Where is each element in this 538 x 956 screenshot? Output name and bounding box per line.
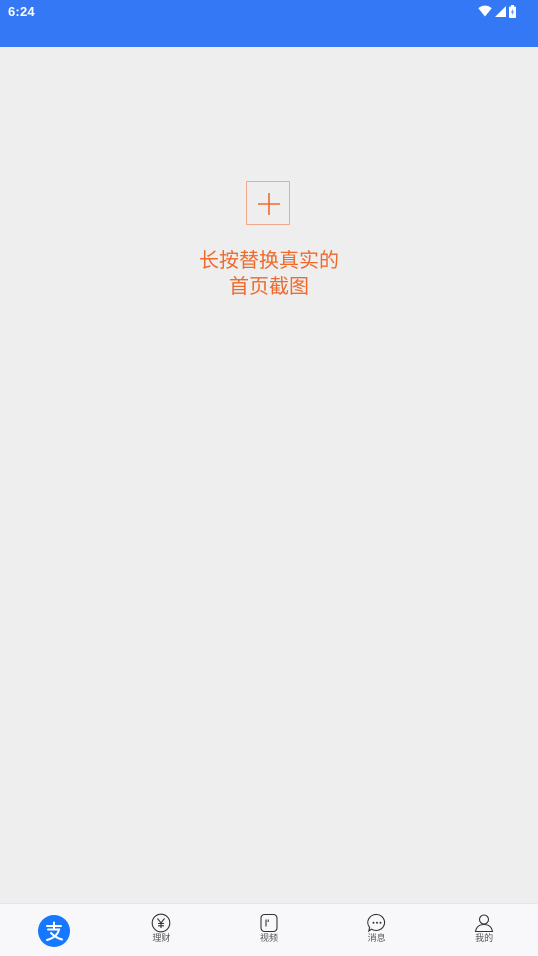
video-icon [259, 913, 279, 933]
status-bar: 6:24 [0, 0, 538, 47]
message-icon [366, 913, 387, 933]
tab-wealth-label: 理财 [152, 934, 171, 944]
person-icon [474, 913, 494, 933]
tab-messages[interactable]: 消息 [323, 904, 431, 956]
status-time: 6:24 [8, 4, 35, 19]
tab-home[interactable] [0, 904, 108, 956]
alipay-logo-icon [37, 915, 70, 947]
hint-line-2: 首页截图 [229, 274, 309, 298]
yen-icon [151, 913, 171, 933]
signal-icon [495, 5, 506, 17]
tab-wealth[interactable]: 理财 [108, 904, 216, 956]
tab-mine[interactable]: 我的 [430, 904, 538, 956]
tab-video[interactable]: 视频 [215, 904, 323, 956]
battery-icon [509, 4, 516, 18]
bottom-tab-bar: 理财 视频 消息 我的 [0, 903, 538, 956]
home-screenshot-placeholder[interactable]: 长按替换真实的 首页截图 [0, 47, 538, 903]
status-icons [478, 4, 516, 18]
hint-line-1: 长按替换真实的 [199, 248, 339, 272]
tab-video-label: 视频 [259, 934, 278, 944]
tab-mine-label: 我的 [475, 934, 494, 944]
add-screenshot-button[interactable] [246, 181, 290, 225]
tab-messages-label: 消息 [367, 934, 386, 944]
wifi-icon [478, 5, 492, 17]
replace-hint-text: 长按替换真实的 首页截图 [0, 247, 538, 299]
